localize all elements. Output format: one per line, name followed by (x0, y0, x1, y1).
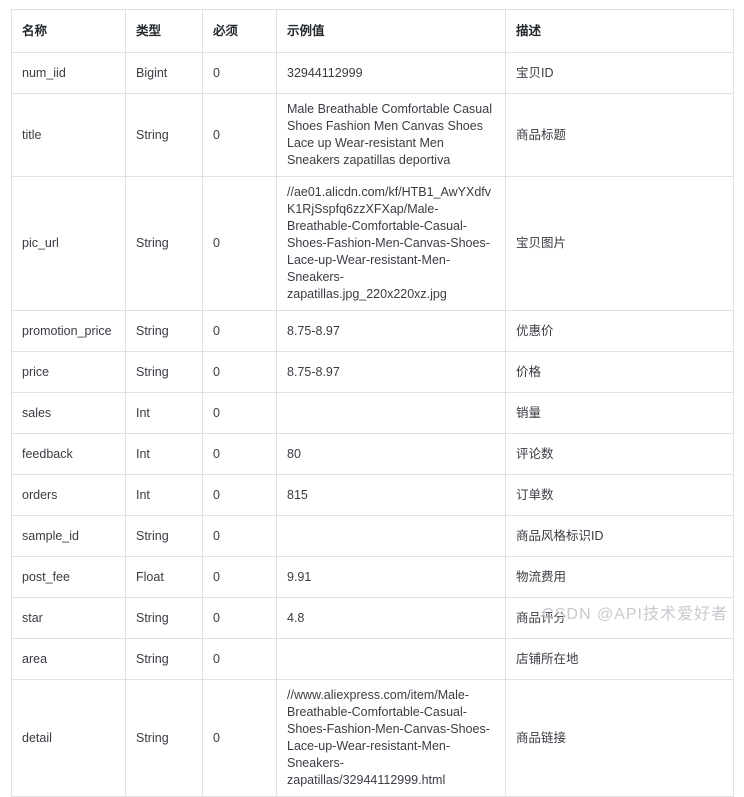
table-row: feedback Int 0 80 评论数 (11, 433, 734, 475)
parameter-description: 商品评分 (505, 597, 734, 639)
parameter-example-value: 9.91 (276, 556, 506, 598)
parameter-description: 评论数 (505, 433, 734, 475)
parameter-required: 0 (202, 176, 277, 311)
parameter-example-value (276, 515, 506, 557)
table-row: sample_id String 0 商品风格标识ID (11, 515, 734, 557)
table-body: num_iid Bigint 0 32944112999 宝贝ID title String… (11, 52, 734, 797)
parameter-type: String (125, 597, 203, 639)
parameter-type: String (125, 638, 203, 680)
parameter-name: area (11, 638, 126, 680)
parameter-example-value (276, 392, 506, 434)
parameter-required: 0 (202, 556, 277, 598)
parameter-type: Int (125, 392, 203, 434)
api-response-parameter-table: 名称 类型 必须 示例值 描述 num_iid Bigint 0 3294411299… (11, 9, 734, 797)
parameter-description: 店铺所在地 (505, 638, 734, 680)
parameter-description: 销量 (505, 392, 734, 434)
parameter-example-value: //ae01.alicdn.com/kf/HTB1_AwYXdfvK1RjSsp… (276, 176, 506, 311)
parameter-example-value: Male Breathable Comfortable Casual Shoes… (276, 93, 506, 177)
parameter-description: 宝贝ID (505, 52, 734, 94)
column-header-example-value: 示例值 (276, 9, 506, 53)
parameter-type: Int (125, 474, 203, 516)
table-row: sales Int 0 销量 (11, 392, 734, 434)
parameter-type: String (125, 93, 203, 177)
parameter-example-value: 815 (276, 474, 506, 516)
parameter-name: star (11, 597, 126, 639)
parameter-required: 0 (202, 93, 277, 177)
parameter-required: 0 (202, 310, 277, 352)
table-row: title String 0 Male Breathable Comfortable … (11, 93, 734, 177)
parameter-description: 商品标题 (505, 93, 734, 177)
parameter-name: title (11, 93, 126, 177)
parameter-name: orders (11, 474, 126, 516)
parameter-name: sample_id (11, 515, 126, 557)
parameter-description: 订单数 (505, 474, 734, 516)
parameter-type: String (125, 351, 203, 393)
parameter-example-value: 80 (276, 433, 506, 475)
parameter-required: 0 (202, 515, 277, 557)
parameter-type: String (125, 176, 203, 311)
parameter-description: 优惠价 (505, 310, 734, 352)
parameter-example-value: 8.75-8.97 (276, 351, 506, 393)
parameter-example-value: 4.8 (276, 597, 506, 639)
parameter-description: 宝贝图片 (505, 176, 734, 311)
table-row: promotion_price String 0 8.75-8.97 优惠价 (11, 310, 734, 352)
table-row: orders Int 0 815 订单数 (11, 474, 734, 516)
parameter-name: post_fee (11, 556, 126, 598)
parameter-name: detail (11, 679, 126, 797)
parameter-type: Bigint (125, 52, 203, 94)
parameter-name: promotion_price (11, 310, 126, 352)
column-header-name: 名称 (11, 9, 126, 53)
parameter-required: 0 (202, 392, 277, 434)
table-row: detail String 0//www.aliexpress.com/item/M… (11, 679, 734, 797)
parameter-name: sales (11, 392, 126, 434)
parameter-type: Float (125, 556, 203, 598)
table-row: post_fee Float 0 9.91 物流费用 (11, 556, 734, 598)
parameter-name: num_iid (11, 52, 126, 94)
table-header-row: 名称 类型 必须 示例值 描述 (11, 9, 734, 53)
parameter-name: price (11, 351, 126, 393)
parameter-name: feedback (11, 433, 126, 475)
table-header: 名称 类型 必须 示例值 描述 (11, 9, 734, 53)
parameter-required: 0 (202, 474, 277, 516)
parameter-example-value (276, 638, 506, 680)
table-row: pic_url String 0//ae01.alicdn.com/kf/HTB1_… (11, 176, 734, 311)
parameter-required: 0 (202, 679, 277, 797)
table-row: area String 0 店铺所在地 (11, 638, 734, 680)
column-header-type: 类型 (125, 9, 203, 53)
parameter-type: Int (125, 433, 203, 475)
api-parameter-document: 名称 类型 必须 示例值 描述 num_iid Bigint 0 3294411299… (0, 0, 744, 797)
column-header-required: 必须 (202, 9, 277, 53)
parameter-required: 0 (202, 52, 277, 94)
parameter-required: 0 (202, 597, 277, 639)
parameter-description: 物流费用 (505, 556, 734, 598)
parameter-type: String (125, 679, 203, 797)
table-row: num_iid Bigint 0 32944112999 宝贝ID (11, 52, 734, 94)
parameter-required: 0 (202, 433, 277, 475)
table-row: price String 0 8.75-8.97 价格 (11, 351, 734, 393)
parameter-description: 价格 (505, 351, 734, 393)
parameter-type: String (125, 515, 203, 557)
parameter-example-value: //www.aliexpress.com/item/Male-Breathabl… (276, 679, 506, 797)
parameter-example-value: 32944112999 (276, 52, 506, 94)
parameter-required: 0 (202, 351, 277, 393)
parameter-description: 商品风格标识ID (505, 515, 734, 557)
parameter-example-value: 8.75-8.97 (276, 310, 506, 352)
table-row: star String 0 4.8 商品评分 (11, 597, 734, 639)
parameter-type: String (125, 310, 203, 352)
parameter-required: 0 (202, 638, 277, 680)
parameter-description: 商品链接 (505, 679, 734, 797)
column-header-description: 描述 (505, 9, 734, 53)
parameter-name: pic_url (11, 176, 126, 311)
